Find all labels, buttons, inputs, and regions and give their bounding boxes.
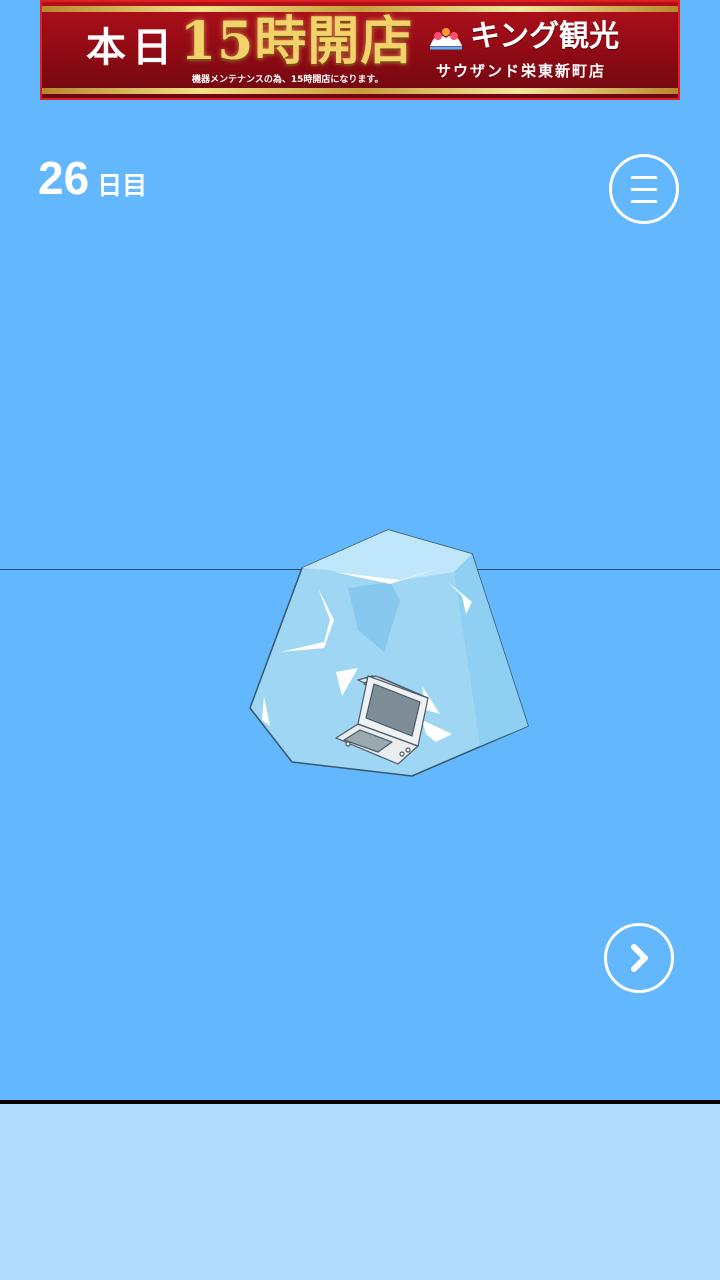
chevron-right-icon: [631, 944, 648, 972]
brand-logo-icon: [430, 28, 462, 50]
bottom-panel: [0, 1104, 720, 1280]
ad-headline: 15時開店: [180, 11, 414, 72]
ad-gold-border-bottom: [42, 88, 678, 94]
ad-banner[interactable]: 本日 15時開店 機器メンテナンスの為、15時開店になります。 キング観光 サウ…: [40, 0, 680, 100]
day-counter: 26 日目: [38, 152, 147, 204]
next-button[interactable]: [604, 923, 674, 993]
ad-brand-name: キング観光: [470, 19, 620, 54]
menu-button[interactable]: [609, 154, 679, 224]
ice-block[interactable]: [240, 520, 540, 790]
day-suffix: 日目: [97, 172, 148, 200]
ad-store-name: サウザンド栄東新町店: [436, 62, 607, 80]
day-number: 26: [38, 152, 90, 204]
ad-left-text: 本日: [86, 24, 178, 71]
ad-subtext: 機器メンテナンスの為、15時開店になります。: [192, 75, 384, 85]
